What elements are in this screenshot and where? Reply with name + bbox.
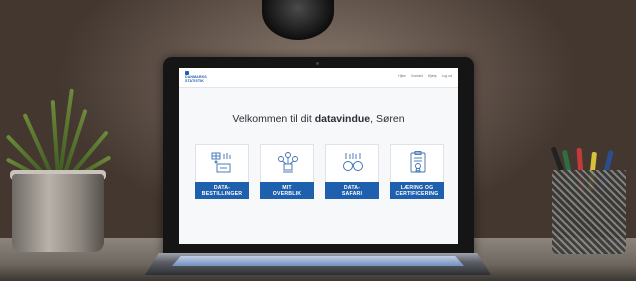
tile-label-line: BESTILLINGER xyxy=(201,190,243,197)
laptop-screen: DANMARKS STATISTIK Hjem Kontakt Hjælp Lo… xyxy=(179,68,458,244)
pendant-lamp xyxy=(262,0,334,40)
welcome-heading: Velkommen til dit datavindue, Søren xyxy=(179,113,458,125)
welcome-prefix: Velkommen til dit xyxy=(232,113,315,125)
tile-label-line: OVERBLIK xyxy=(272,190,302,197)
site-logo[interactable]: DANMARKS STATISTIK xyxy=(185,71,215,84)
tile-label: DATA- BESTILLINGER xyxy=(195,182,249,199)
data-orders-icon xyxy=(211,152,231,173)
nav-link[interactable]: Kontakt xyxy=(411,74,423,78)
tile-row: DATA- BESTILLINGER MIT OVERBLIK DATA- SA… xyxy=(195,144,445,199)
tile-label: MIT OVERBLIK xyxy=(260,182,314,199)
binoculars-icon xyxy=(343,153,363,171)
tile-label-line: CERTIFICERING xyxy=(395,190,439,197)
webcam xyxy=(316,62,319,65)
photo-scene: DANMARKS STATISTIK Hjem Kontakt Hjælp Lo… xyxy=(0,0,636,281)
welcome-suffix: , Søren xyxy=(370,113,405,125)
overview-icon xyxy=(278,152,298,173)
keyboard-light xyxy=(172,256,464,266)
tile-data-orders[interactable]: DATA- BESTILLINGER xyxy=(195,144,249,199)
nav-link[interactable]: Hjælp xyxy=(428,74,437,78)
top-nav: Hjem Kontakt Hjælp Log ud xyxy=(398,74,452,78)
logo-line-2: STATISTIK xyxy=(185,79,204,83)
tile-label: DATA- SAFARI xyxy=(325,182,379,199)
tile-label: LÆRING OG CERTIFICERING xyxy=(390,182,444,199)
top-bar: DANMARKS STATISTIK Hjem Kontakt Hjælp Lo… xyxy=(179,68,458,88)
tile-label-line: SAFARI xyxy=(341,190,363,197)
tile-data-safari[interactable]: DATA- SAFARI xyxy=(325,144,379,199)
tile-learning-certification[interactable]: LÆRING OG CERTIFICERING xyxy=(390,144,444,199)
nav-link[interactable]: Hjem xyxy=(398,74,406,78)
certificate-icon xyxy=(410,151,426,173)
welcome-emphasis: datavindue xyxy=(314,113,371,125)
nav-link[interactable]: Log ud xyxy=(442,74,452,78)
tile-overview[interactable]: MIT OVERBLIK xyxy=(260,144,314,199)
